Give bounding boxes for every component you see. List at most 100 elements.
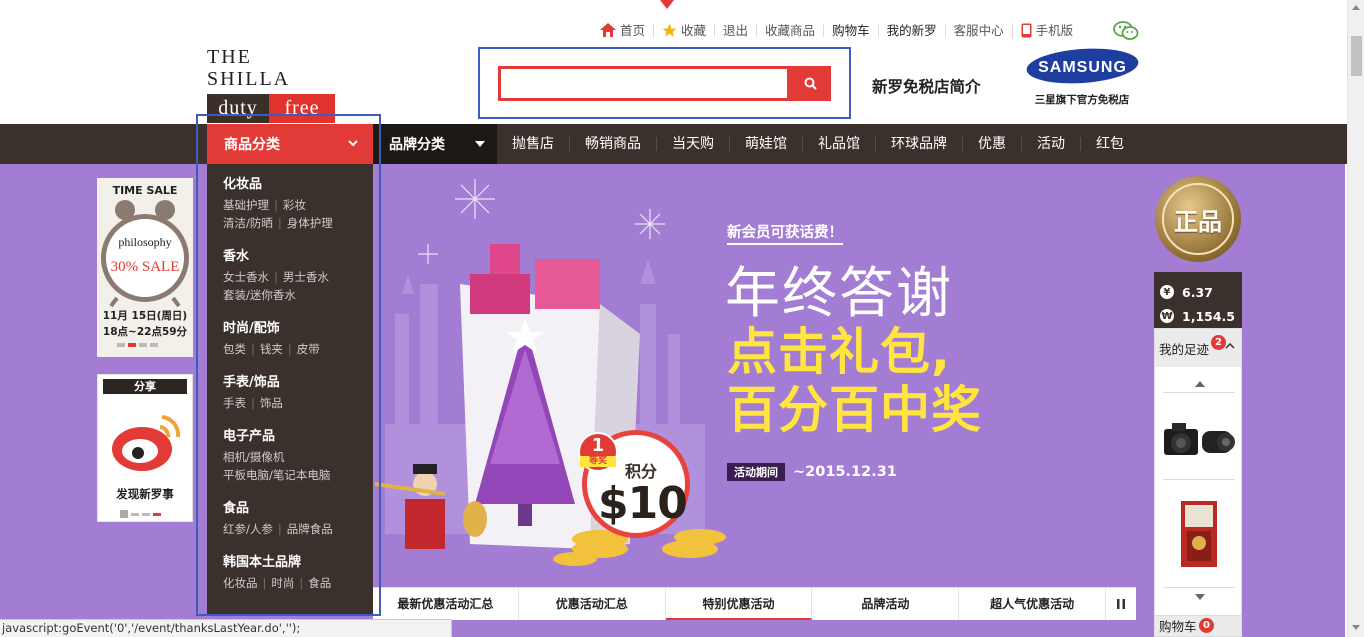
samsung-wordmark: SAMSUNG [1038, 59, 1127, 76]
share-text: 发现新罗事 [116, 487, 174, 501]
nav-item-clearance[interactable]: 抛售店 [497, 137, 569, 151]
tab-popular-events[interactable]: 超人气优惠活动 [959, 588, 1107, 620]
samsung-oval-logo: SAMSUNG [1026, 48, 1138, 84]
customer-center-link[interactable]: 客服中心 [944, 23, 1012, 37]
samsung-logo[interactable]: SAMSUNG 三星旗下官方免税店 [1025, 47, 1139, 107]
pause-icon[interactable] [120, 510, 128, 518]
nav-item-bestsellers[interactable]: 畅销商品 [569, 137, 656, 151]
genuine-badge: 正品 [1155, 176, 1241, 262]
event-period: 活动期间 ~2015.12.31 [727, 463, 897, 481]
saved-products-link[interactable]: 收藏商品 [756, 23, 823, 37]
pager-dot[interactable] [139, 343, 147, 347]
nav-items: 抛售店 畅销商品 当天购 萌娃馆 礼品馆 环球品牌 优惠 活动 红包 [497, 124, 1139, 164]
nav-item-global-brands[interactable]: 环球品牌 [875, 137, 962, 151]
share-title: 分享 [103, 379, 187, 394]
rate-cny-value: 6.37 [1182, 284, 1213, 300]
search-input[interactable] [501, 69, 787, 98]
time-sale-card[interactable]: TIME SALE philosophy 30% SALE 11月 15日(周日… [97, 178, 193, 357]
prize-rank-label: 等奖 [580, 456, 616, 467]
pager-dot[interactable] [153, 512, 161, 516]
favorite-link[interactable]: 收藏 [653, 22, 714, 38]
store-intro-link[interactable]: 新罗免税店简介 [872, 75, 981, 97]
nav-item-same-day[interactable]: 当天购 [656, 137, 729, 151]
divider [1163, 392, 1235, 393]
camera-product-image[interactable] [1160, 417, 1236, 467]
scroll-up-arrow-icon[interactable] [1195, 381, 1205, 387]
star-icon [662, 23, 677, 37]
logout-link[interactable]: 退出 [714, 23, 756, 37]
pause-icon [1117, 599, 1126, 609]
alarm-clock-icon: philosophy 30% SALE [101, 200, 189, 308]
pager-dot[interactable] [131, 512, 139, 516]
logo-top-text: THE SHILLA [207, 46, 291, 90]
divider [1163, 587, 1235, 588]
samsung-subtitle: 三星旗下官方免税店 [1034, 94, 1130, 106]
shilla-logo[interactable]: THE SHILLA duty free [207, 46, 335, 123]
floating-cart-tab[interactable]: 购物车 0 [1154, 615, 1242, 637]
tab-offer-events[interactable]: 优惠活动汇总 [519, 588, 666, 620]
event-tabs: 最新优惠活动汇总 优惠活动汇总 特别优惠活动 品牌活动 超人气优惠活动 [373, 587, 1136, 620]
tab-latest-events[interactable]: 最新优惠活动汇总 [373, 588, 519, 620]
time-sale-pager[interactable] [117, 343, 158, 347]
rate-cny: ¥6.37 [1154, 280, 1242, 304]
top-marker-icon [660, 0, 674, 9]
pager-dot[interactable] [142, 512, 150, 516]
scroll-down-arrow-icon[interactable] [1195, 594, 1205, 600]
nav-item-kids[interactable]: 萌娃馆 [729, 137, 802, 151]
time-sale-hours: 18点~22点59分 [102, 326, 188, 338]
brand-menu-button[interactable]: 品牌分类 [373, 124, 497, 164]
rate-krw: ₩1,154.5 [1154, 304, 1242, 328]
pager-dot[interactable] [128, 343, 136, 347]
tab-brand-events[interactable]: 品牌活动 [812, 588, 960, 620]
wechat-icon[interactable] [1113, 21, 1139, 41]
prize-amount: $10 [598, 478, 688, 529]
event-period-value: ~2015.12.31 [793, 464, 897, 480]
mobile-label: 手机版 [1035, 22, 1074, 38]
time-sale-date: 11月 15日(周日) [102, 310, 188, 322]
won-icon: ₩ [1160, 309, 1174, 323]
mobile-icon [1021, 23, 1032, 37]
exchange-rates: ¥6.37 ₩1,154.5 [1154, 272, 1242, 328]
nav-item-red-packet[interactable]: 红包 [1080, 137, 1139, 151]
share-card[interactable]: 分享 发现新罗事 [97, 374, 193, 522]
yuan-icon: ¥ [1160, 285, 1174, 299]
philosophy-brand: philosophy [118, 235, 171, 249]
my-shilla-label: 我的新罗 [886, 22, 937, 38]
home-link[interactable]: 首页 [598, 23, 653, 37]
share-pager[interactable] [120, 510, 161, 518]
ginseng-product-image[interactable] [1179, 499, 1219, 569]
category-highlight-box [196, 114, 381, 616]
scroll-down-icon[interactable] [1352, 625, 1360, 630]
my-shilla-link[interactable]: 我的新罗 [877, 22, 945, 38]
banner-gift-text: 点击礼包, [727, 323, 951, 381]
favorite-label: 收藏 [681, 22, 707, 38]
recently-viewed-label: 我的足迹 [1159, 341, 1210, 357]
chevron-up-icon [1225, 342, 1235, 349]
nav-item-events[interactable]: 活动 [1021, 137, 1080, 151]
nav-item-offers[interactable]: 优惠 [962, 137, 1021, 151]
search-icon [804, 77, 817, 90]
first-prize-badge: 1 等奖 [578, 432, 618, 472]
recently-viewed-header[interactable]: 我的足迹 2 [1155, 329, 1241, 367]
scroll-up-icon[interactable] [1352, 5, 1360, 10]
pause-icon[interactable] [117, 343, 125, 347]
search-button[interactable] [790, 66, 831, 101]
browser-status-bar: javascript:goEvent('0','/event/thanksLas… [0, 619, 452, 637]
mobile-link[interactable]: 手机版 [1011, 22, 1082, 38]
cart-link[interactable]: 购物车 [823, 23, 878, 37]
weibo-icon [112, 415, 181, 471]
nav-item-gifts[interactable]: 礼品馆 [802, 137, 875, 151]
recently-viewed-count: 2 [1211, 335, 1226, 350]
rate-krw-value: 1,154.5 [1182, 308, 1235, 324]
new-member-text: 新会员可获话费！ [727, 221, 843, 245]
home-label: 首页 [620, 22, 646, 38]
scroll-thumb[interactable] [1351, 36, 1362, 76]
utility-bar: 首页 收藏 退出 收藏商品 购物车 我的新罗 客服中心 手机版 [598, 20, 1081, 40]
page-scrollbar[interactable] [1347, 0, 1364, 637]
search-field[interactable] [498, 66, 790, 101]
tab-special-events[interactable]: 特别优惠活动 [665, 588, 813, 620]
pager-dot[interactable] [150, 343, 158, 347]
page: 首页 收藏 退出 收藏商品 购物车 我的新罗 客服中心 手机版 THE SHIL… [0, 0, 1364, 637]
event-period-label: 活动期间 [727, 463, 785, 481]
tabs-pause-button[interactable] [1106, 588, 1136, 620]
